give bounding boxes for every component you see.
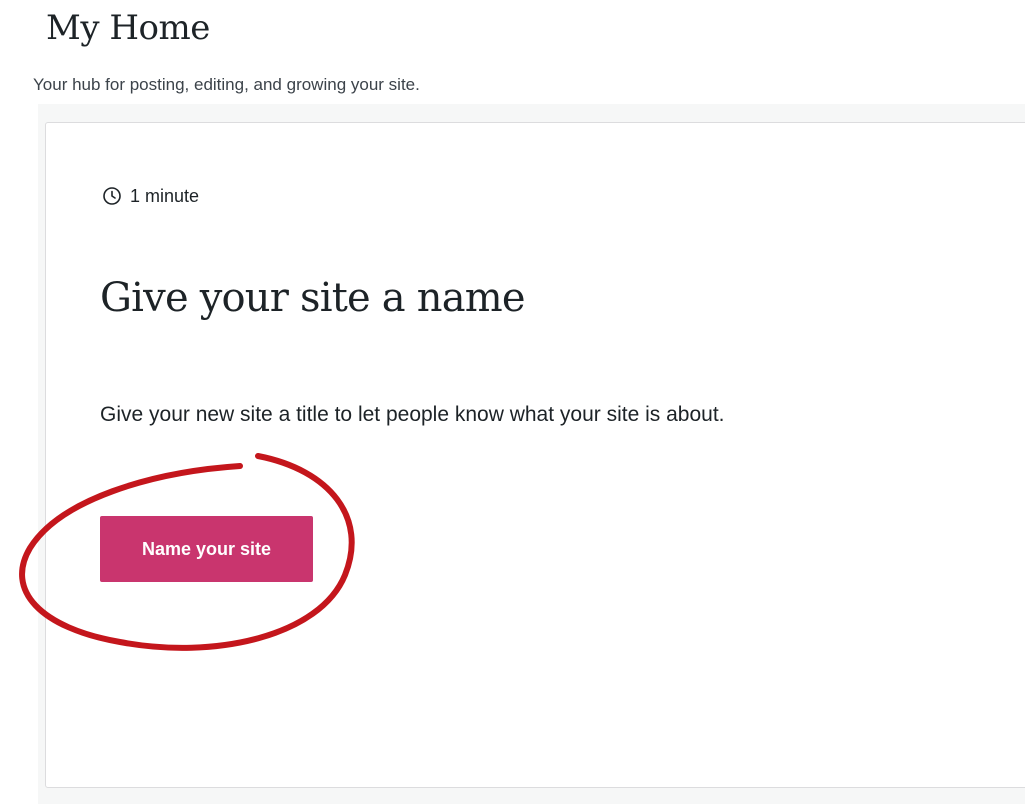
page-subtitle: Your hub for posting, editing, and growi… xyxy=(33,75,420,94)
task-card-description: Give your new site a title to let people… xyxy=(100,403,725,426)
time-estimate-label: 1 minute xyxy=(130,185,200,206)
clock-icon xyxy=(102,186,122,206)
task-card xyxy=(45,122,1025,788)
name-your-site-button[interactable]: Name your site xyxy=(100,516,313,582)
time-estimate: 1 minute xyxy=(102,184,199,208)
task-card-title: Give your site a name xyxy=(100,275,526,321)
page-header: My Home Your hub for posting, editing, a… xyxy=(0,0,1025,120)
page-title: My Home xyxy=(46,8,210,48)
